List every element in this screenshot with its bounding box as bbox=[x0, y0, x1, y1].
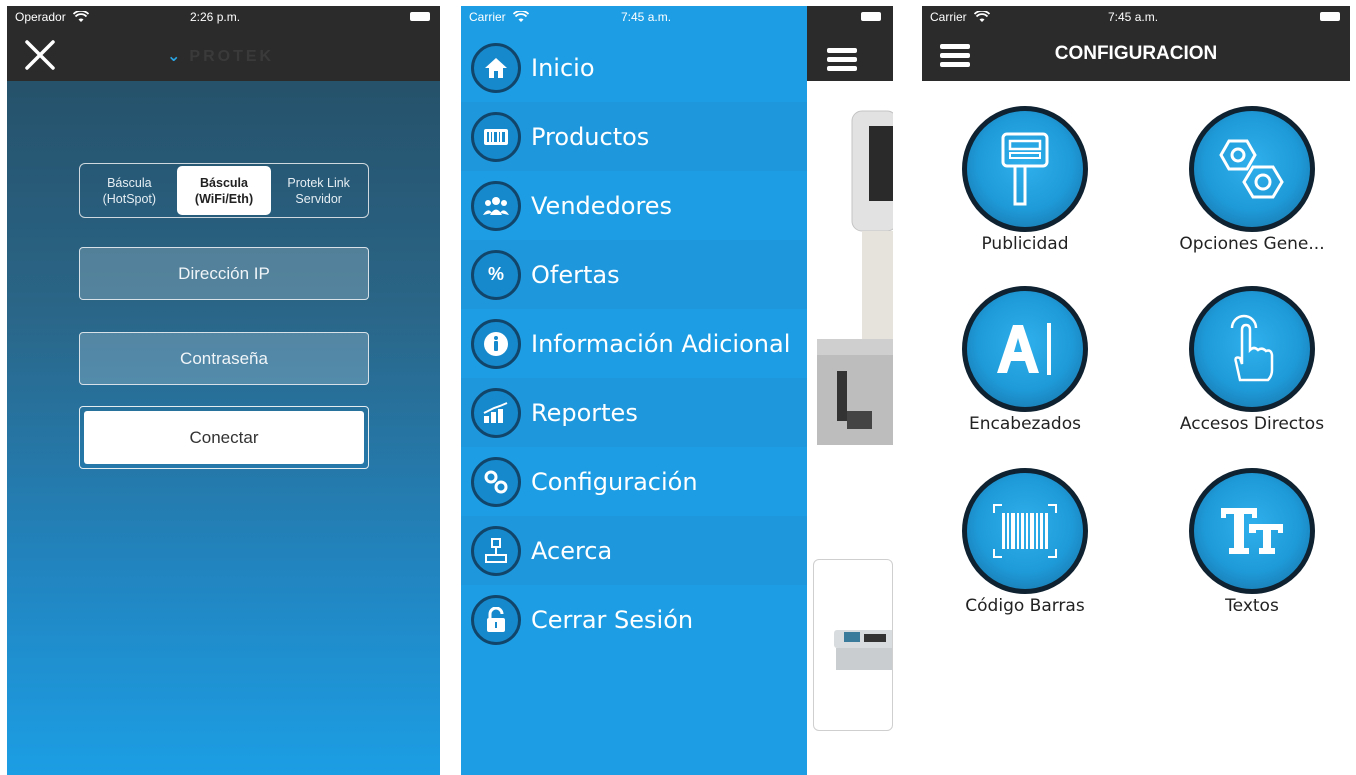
menu-item-inicio[interactable]: Inicio bbox=[461, 33, 807, 102]
product-card[interactable] bbox=[813, 559, 893, 731]
battery-icon bbox=[861, 12, 881, 21]
battery-icon bbox=[1320, 12, 1340, 21]
users-icon bbox=[471, 180, 521, 231]
touch-icon bbox=[1189, 286, 1315, 412]
connection-type-segmented-control: Báscula (HotSpot) Báscula (WiFi/Eth) Prote… bbox=[79, 163, 369, 218]
menu-item-configuracion[interactable]: Configuración bbox=[461, 447, 807, 516]
gears-icon bbox=[471, 456, 521, 507]
battery-icon bbox=[410, 12, 430, 21]
tile-label: Textos bbox=[1225, 596, 1279, 616]
hamburger-menu-icon[interactable] bbox=[827, 48, 857, 72]
login-screen: Operador 2:26 p.m. ⌄ PROTEK Báscula (HotSp… bbox=[7, 6, 440, 775]
menu-item-acerca[interactable]: Acerca bbox=[461, 516, 807, 585]
wifi-icon bbox=[73, 11, 90, 22]
carrier-label: Carrier bbox=[930, 10, 967, 24]
tile-label: Código Barras bbox=[965, 596, 1085, 616]
clock: 7:45 a.m. bbox=[621, 10, 672, 24]
scale-display-icon bbox=[962, 106, 1088, 232]
barcode-icon bbox=[471, 111, 521, 162]
tile-accesos-directos[interactable]: Accesos Directos bbox=[1149, 286, 1324, 456]
status-bar: Carrier 7:45 a.m. bbox=[461, 6, 807, 28]
segment-hotspot[interactable]: Báscula (HotSpot) bbox=[82, 166, 177, 215]
tile-encabezados[interactable]: Encabezados bbox=[922, 286, 1092, 456]
tile-opciones-generales[interactable]: Opciones Gene... bbox=[1149, 106, 1325, 276]
hex-nuts-icon bbox=[1189, 106, 1315, 232]
clock: 7:45 a.m. bbox=[1108, 10, 1159, 24]
segment-wifi-eth[interactable]: Báscula (WiFi/Eth) bbox=[176, 166, 272, 215]
wifi-icon bbox=[974, 11, 991, 22]
chart-icon bbox=[471, 387, 521, 438]
menu-item-ofertas[interactable]: % Ofertas bbox=[461, 240, 807, 309]
wifi-icon bbox=[513, 11, 530, 22]
tile-label: Encabezados bbox=[969, 414, 1081, 434]
chevron-down-icon: ⌄ bbox=[167, 48, 184, 65]
configuration-screen: Carrier 7:45 a.m. CONFIGURACION Publicid… bbox=[922, 6, 1350, 775]
home-icon bbox=[471, 42, 521, 93]
tile-label: Opciones Gene... bbox=[1179, 234, 1325, 254]
carrier-label: Operador bbox=[15, 10, 66, 24]
barcode-scan-icon bbox=[962, 468, 1088, 594]
ip-address-field[interactable]: Dirección IP bbox=[79, 247, 369, 300]
scale-thumbnail-image bbox=[834, 630, 892, 670]
segment-protek-link[interactable]: Protek Link Servidor bbox=[271, 166, 366, 215]
menu-item-reportes[interactable]: Reportes bbox=[461, 378, 807, 447]
tile-textos[interactable]: Textos bbox=[1149, 468, 1319, 638]
product-scale-image bbox=[807, 81, 893, 481]
tile-label: Accesos Directos bbox=[1179, 414, 1325, 434]
clock: 2:26 p.m. bbox=[190, 10, 241, 24]
side-menu-screen: Carrier 7:45 a.m. Inicio Productos Vende… bbox=[461, 6, 893, 775]
tile-label: Publicidad bbox=[981, 234, 1069, 254]
menu-item-informacion-adicional[interactable]: Información Adicional bbox=[461, 309, 807, 378]
unlock-icon bbox=[471, 594, 521, 645]
connect-button-frame: Conectar bbox=[79, 406, 369, 469]
info-icon bbox=[471, 318, 521, 369]
brand-logo-text: PROTEK bbox=[189, 48, 275, 65]
close-icon[interactable] bbox=[23, 38, 57, 72]
connect-button[interactable]: Conectar bbox=[84, 411, 364, 464]
status-bar: Carrier 7:45 a.m. bbox=[922, 6, 1350, 28]
brand-logo: ⌄ PROTEK bbox=[167, 46, 274, 66]
menu-item-vendedores[interactable]: Vendedores bbox=[461, 171, 807, 240]
carrier-label: Carrier bbox=[469, 10, 506, 24]
percent-icon: % bbox=[471, 249, 521, 300]
text-cursor-icon bbox=[962, 286, 1088, 412]
tile-publicidad[interactable]: Publicidad bbox=[922, 106, 1092, 276]
menu-item-cerrar-sesion[interactable]: Cerrar Sesión bbox=[461, 585, 807, 654]
font-size-icon bbox=[1189, 468, 1315, 594]
menu-item-productos[interactable]: Productos bbox=[461, 102, 807, 171]
tile-codigo-barras[interactable]: Código Barras bbox=[922, 468, 1092, 638]
status-bar: Operador 2:26 p.m. bbox=[7, 6, 440, 28]
page-title: CONFIGURACION bbox=[1054, 43, 1218, 64]
password-field[interactable]: Contraseña bbox=[79, 332, 369, 385]
scale-icon bbox=[471, 525, 521, 576]
